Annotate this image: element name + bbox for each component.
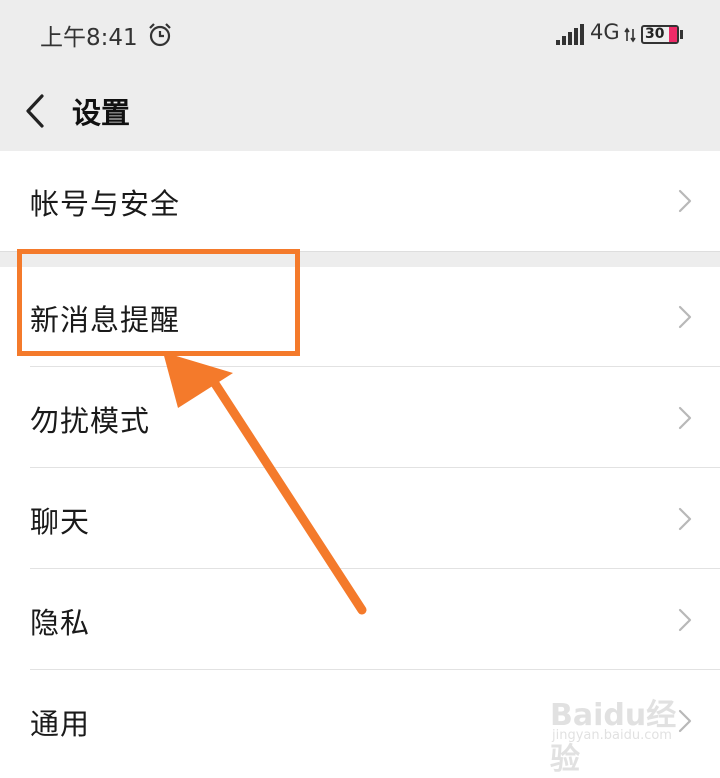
battery-tip xyxy=(680,30,683,39)
settings-item-privacy[interactable]: 隐私 xyxy=(0,570,720,670)
settings-item-label: 通用 xyxy=(30,707,91,741)
battery-level-fill xyxy=(669,27,677,42)
battery-percent: 30 xyxy=(645,26,665,42)
chevron-right-icon xyxy=(678,189,692,213)
settings-item-label: 勿扰模式 xyxy=(30,404,151,438)
alarm-icon xyxy=(149,23,171,47)
settings-item-label: 聊天 xyxy=(30,505,91,539)
settings-item-label: 帐号与安全 xyxy=(30,187,181,221)
nav-bar: 设置 xyxy=(0,70,720,152)
settings-item-chat[interactable]: 聊天 xyxy=(0,469,720,569)
highlight-box xyxy=(17,249,300,356)
page-title: 设置 xyxy=(72,96,131,130)
settings-item-do-not-disturb[interactable]: 勿扰模式 xyxy=(0,368,720,468)
network-type: 4G xyxy=(590,20,620,44)
settings-item-account-security[interactable]: 帐号与安全 xyxy=(0,151,720,251)
divider xyxy=(30,366,720,367)
status-bar: 上午8:41 4G 30 xyxy=(0,0,720,70)
watermark: Baidu经验 jingyan.baidu.com xyxy=(550,690,700,777)
divider xyxy=(30,467,720,468)
battery-icon: 30 xyxy=(641,25,679,44)
chevron-right-icon xyxy=(678,406,692,430)
signal-icon xyxy=(556,24,584,45)
chevron-right-icon xyxy=(678,305,692,329)
chevron-right-icon xyxy=(678,608,692,632)
divider xyxy=(30,669,720,670)
divider xyxy=(30,568,720,569)
chevron-right-icon xyxy=(678,507,692,531)
watermark-url: jingyan.baidu.com xyxy=(552,728,672,743)
chevron-left-icon[interactable] xyxy=(22,92,48,130)
data-activity-icon xyxy=(624,27,636,43)
status-time: 上午8:41 xyxy=(40,25,138,51)
settings-item-label: 隐私 xyxy=(30,606,91,640)
